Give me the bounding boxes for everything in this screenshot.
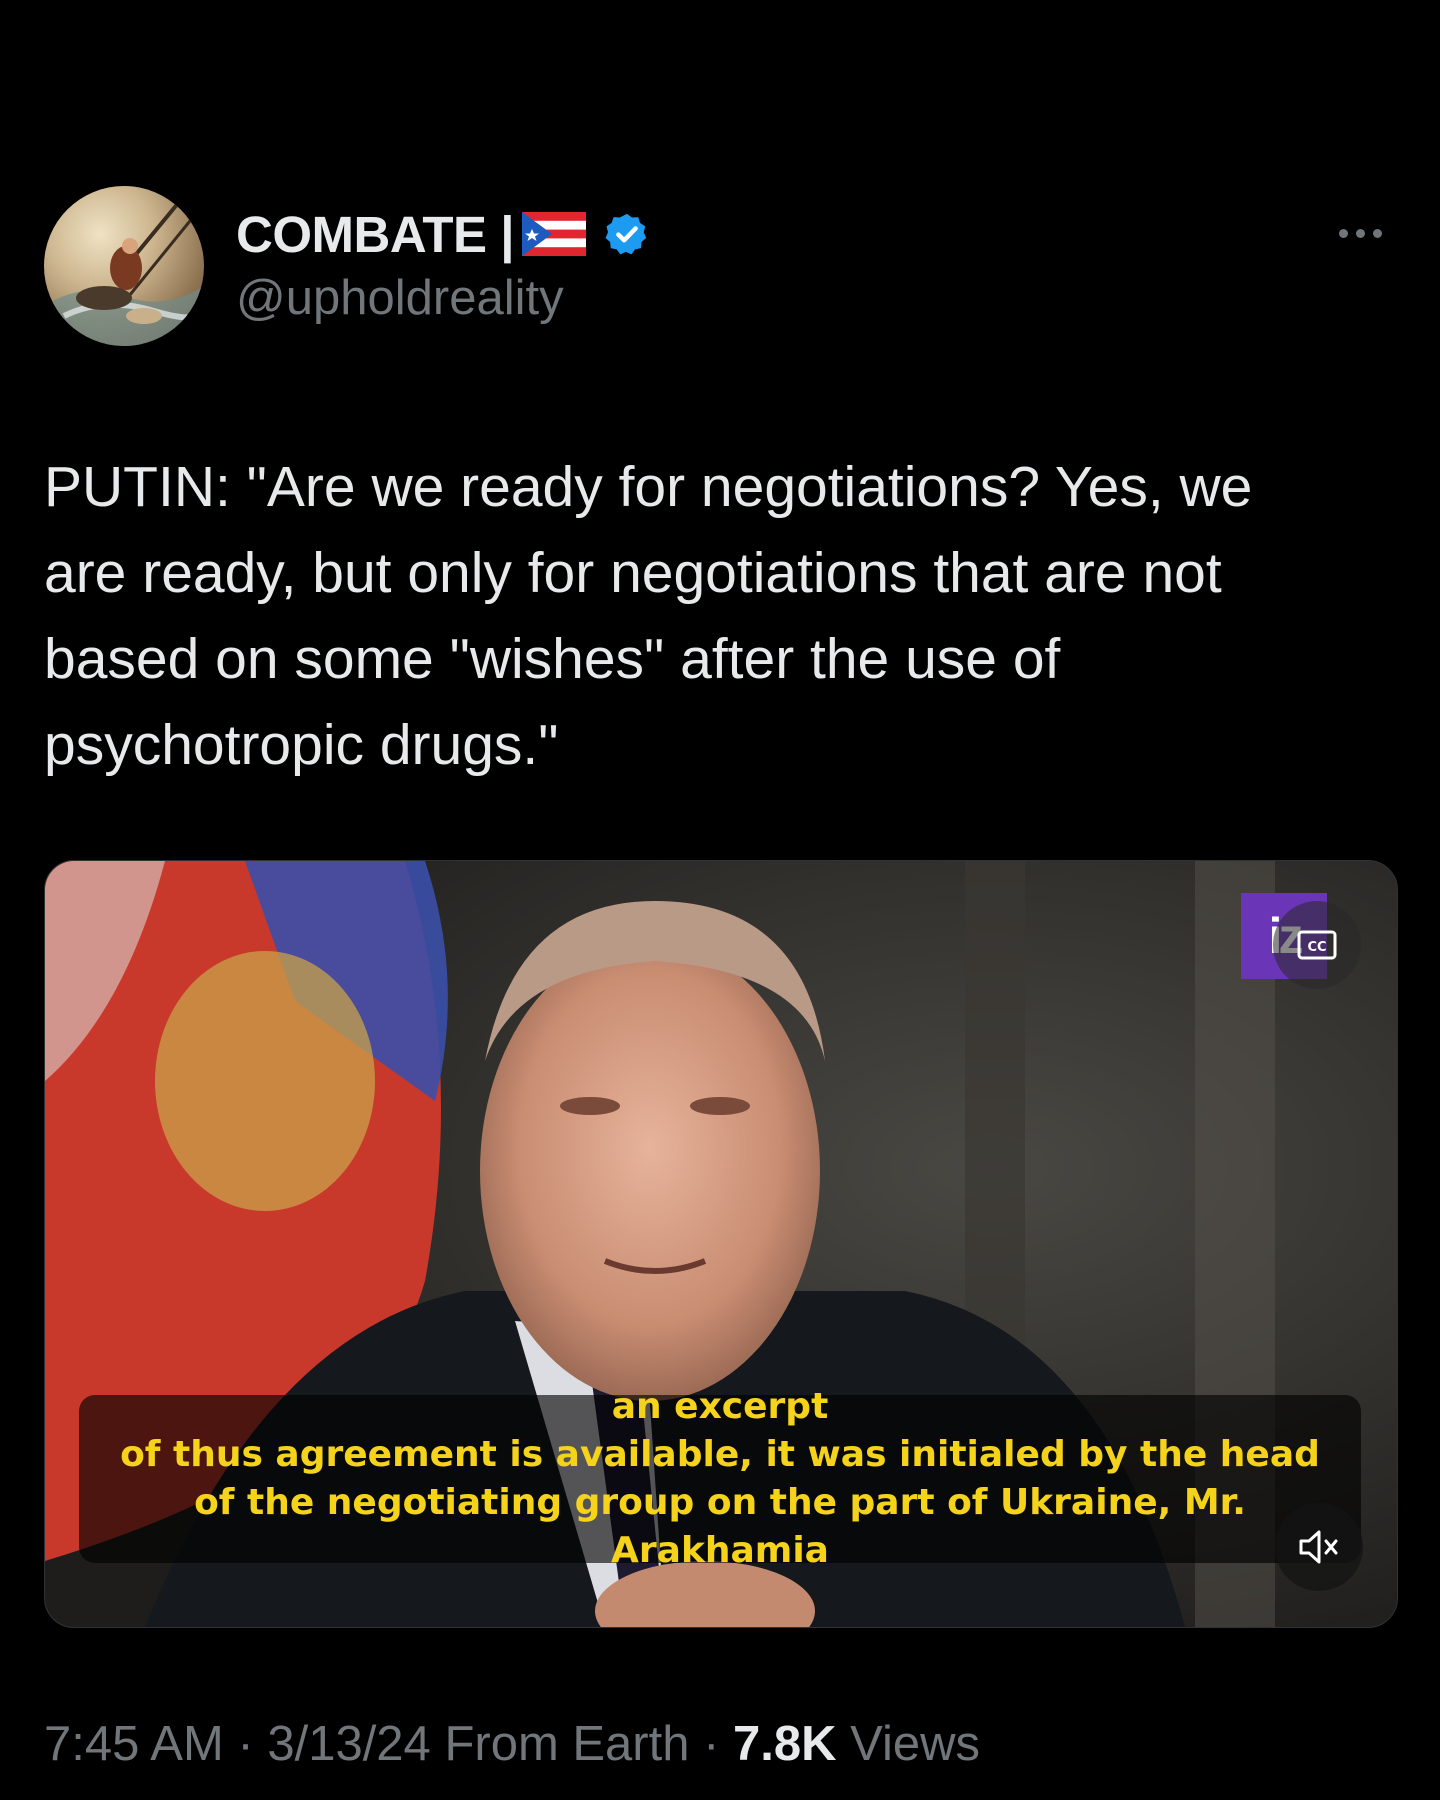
video-subtitles: an excerpt of thus agreement is availabl… — [79, 1386, 1361, 1571]
video-player[interactable]: iz CC an excerpt of thus agreement is av… — [44, 860, 1398, 1628]
dot — [1338, 228, 1348, 238]
tweet-meta: 7:45 AM · 3/13/24 From Earth · 7.8K View… — [44, 1716, 980, 1772]
closed-captions-icon: CC — [1297, 930, 1337, 960]
tweet-time[interactable]: 7:45 AM — [44, 1717, 224, 1771]
views-count[interactable]: 7.8K — [733, 1717, 837, 1771]
tweet-text: PUTIN: "Are we ready for negotiations? Y… — [44, 455, 1253, 777]
subtitle-line: an excerpt — [611, 1386, 829, 1427]
svg-text:CC: CC — [1307, 940, 1326, 955]
author-name-row: COMBATE | — [236, 205, 650, 264]
dot — [1372, 228, 1382, 238]
display-name[interactable]: COMBATE | — [236, 205, 514, 264]
separator: · — [223, 1717, 268, 1771]
mute-button[interactable] — [1275, 1503, 1363, 1591]
dot — [1355, 228, 1365, 238]
captions-button[interactable]: CC — [1273, 901, 1361, 989]
speaker-muted-icon — [1299, 1530, 1338, 1564]
tweet-date[interactable]: 3/13/24 — [267, 1717, 431, 1771]
avatar-image — [44, 194, 204, 346]
separator: · — [689, 1717, 734, 1771]
puerto-rico-flag-icon — [521, 212, 586, 256]
views-label: Views — [836, 1717, 980, 1771]
subtitle-line: of the negotiating group on the part of … — [194, 1482, 1246, 1571]
verified-badge-icon — [604, 211, 650, 257]
more-options-icon[interactable] — [1332, 218, 1388, 248]
subtitle-line: of thus agreement is available, it was i… — [120, 1434, 1320, 1475]
author-handle[interactable]: @upholdreality — [236, 270, 564, 326]
avatar[interactable] — [44, 186, 204, 346]
tweet-source: From Earth — [430, 1717, 690, 1771]
